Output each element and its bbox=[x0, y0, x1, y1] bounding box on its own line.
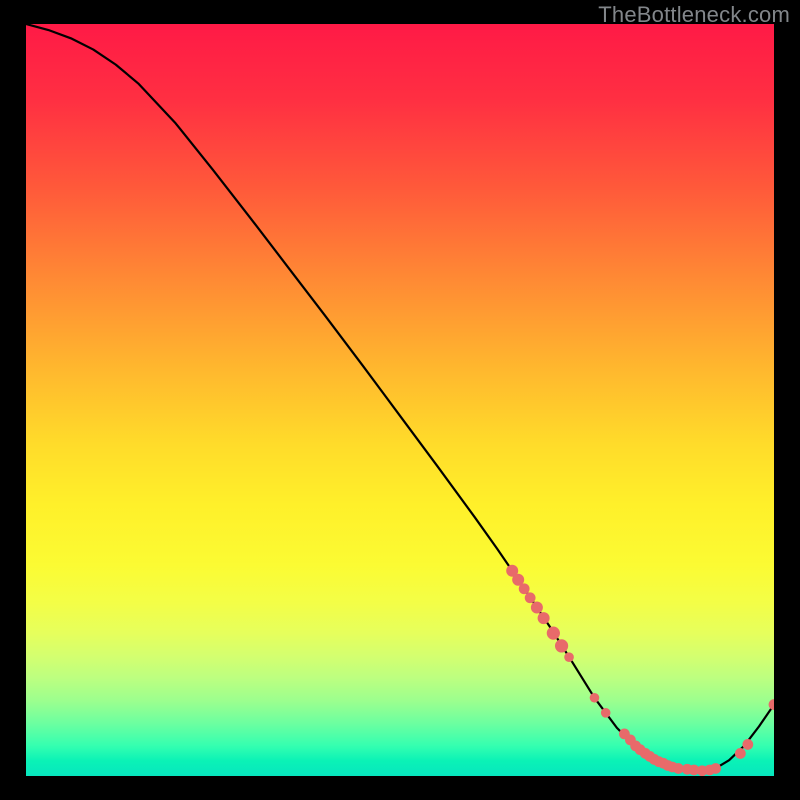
curve-marker bbox=[555, 639, 568, 652]
curve-marker bbox=[564, 652, 574, 662]
curve-markers bbox=[506, 565, 774, 776]
curve-marker bbox=[601, 708, 611, 718]
curve-layer bbox=[26, 24, 774, 776]
curve-marker bbox=[547, 627, 560, 640]
bottleneck-curve bbox=[26, 24, 774, 771]
curve-marker bbox=[590, 693, 600, 703]
curve-marker bbox=[710, 763, 721, 774]
curve-marker bbox=[525, 592, 536, 603]
chart-stage: TheBottleneck.com bbox=[0, 0, 800, 800]
curve-marker bbox=[735, 748, 746, 759]
curve-marker bbox=[531, 602, 543, 614]
curve-marker bbox=[742, 739, 753, 750]
curve-marker bbox=[519, 583, 530, 594]
curve-marker bbox=[769, 699, 774, 710]
plot-area bbox=[26, 24, 774, 776]
curve-marker bbox=[538, 612, 550, 624]
